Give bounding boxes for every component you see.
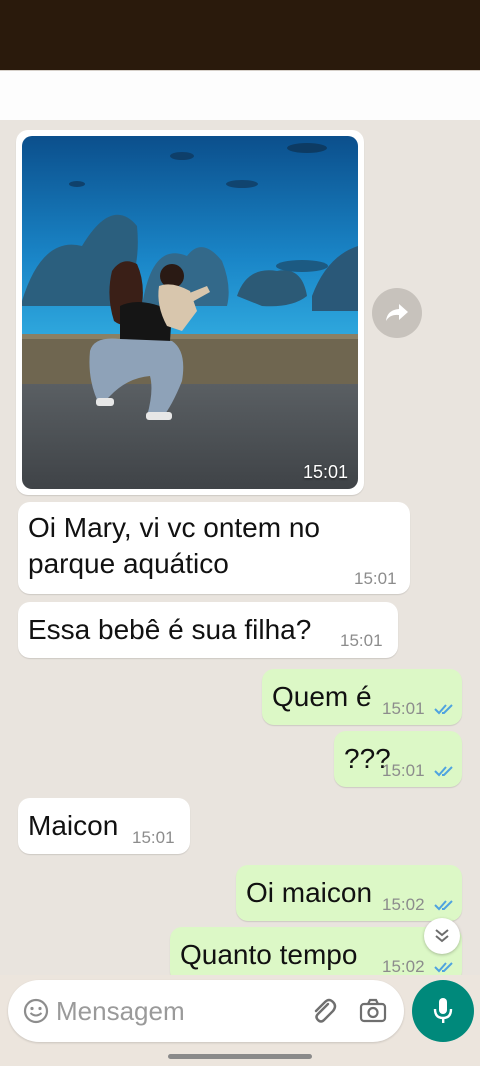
aquarium-photo[interactable]: 15:01 — [22, 136, 358, 489]
message-text: Quanto tempo — [180, 939, 358, 970]
message-time: 15:01 — [382, 699, 425, 718]
message-text: Oi Mary, vi vc ontem no parque aquático — [28, 512, 321, 579]
read-receipt-icon — [434, 900, 453, 911]
message-bubble-outgoing[interactable]: ??? 15:01 — [334, 731, 462, 787]
message-text: Quem é — [272, 681, 372, 712]
message-time: 15:02 — [382, 895, 425, 914]
chat-header — [0, 70, 480, 120]
scroll-down-button[interactable] — [424, 918, 460, 954]
message-time: 15:01 — [354, 569, 397, 588]
read-receipt-icon — [434, 766, 453, 777]
home-indicator[interactable] — [168, 1054, 312, 1059]
message-bubble-incoming[interactable]: Oi Mary, vi vc ontem no parque aquático … — [18, 502, 410, 594]
read-receipt-icon — [434, 962, 453, 973]
message-bubble-incoming[interactable]: Essa bebê é sua filha? 15:01 — [18, 602, 398, 658]
conversation[interactable]: 15:01 Oi Mary, vi vc ontem no parque aqu… — [0, 120, 480, 975]
message-time: 15:01 — [132, 828, 175, 847]
message-time: 15:02 — [382, 957, 425, 975]
scroll-down-icon — [435, 929, 449, 943]
photo-message[interactable]: 15:01 — [16, 130, 364, 495]
read-receipt-icon — [434, 704, 453, 715]
forward-icon — [386, 304, 408, 321]
camera-icon[interactable] — [358, 996, 388, 1026]
message-input[interactable] — [56, 992, 286, 1030]
message-bubble-incoming[interactable]: Maicon 15:01 — [18, 798, 190, 854]
message-composer — [8, 980, 404, 1042]
message-text: Essa bebê é sua filha? — [28, 614, 312, 645]
photo-time: 15:01 — [302, 462, 348, 482]
message-bubble-outgoing[interactable]: Oi maicon 15:02 — [236, 865, 462, 921]
attach-icon[interactable] — [308, 996, 338, 1026]
message-time: 15:01 — [382, 761, 425, 780]
aquarium-photo-image — [22, 136, 358, 489]
message-bubble-outgoing[interactable]: Quem é 15:01 — [262, 669, 462, 725]
emoji-icon[interactable] — [22, 997, 50, 1025]
mic-icon — [433, 998, 453, 1023]
message-bubble-outgoing[interactable]: Quanto tempo 15:02 — [170, 927, 462, 975]
forward-button[interactable] — [372, 288, 422, 338]
status-bar — [0, 0, 480, 70]
mic-button[interactable] — [412, 980, 474, 1042]
message-text: Oi maicon — [246, 877, 373, 908]
message-time: 15:01 — [340, 631, 383, 650]
message-text: Maicon — [28, 810, 119, 841]
